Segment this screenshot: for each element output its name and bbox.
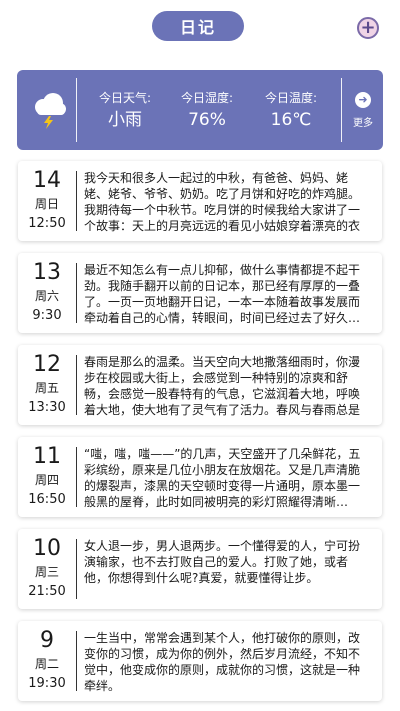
entry-time: 16:50 — [28, 492, 66, 507]
weather-temperature-value: 16℃ — [270, 110, 312, 130]
entry-divider — [76, 447, 77, 507]
entry-text: 最近不知怎么有一点儿抑郁，做什么事情都提不起干劲。我随手翻开以前的日记本，那已经… — [84, 263, 361, 325]
add-entry-button[interactable]: + — [357, 17, 379, 39]
weather-humidity: 今日湿度: 76% — [167, 90, 247, 132]
entry-text: “嗤，嗤，嗤——”的几声，天空盛开了几朵鲜花，五彩缤纷，原来是几位小朋友在放烟花… — [84, 447, 361, 509]
entry-text: 一生当中，常常会遇到某个人，他打破你的原则，改变你的习惯，成为你的例外，然后岁月… — [84, 631, 361, 693]
entry-time: 12:50 — [28, 216, 66, 231]
entry-day: 13 — [33, 260, 61, 285]
entry-date: 13 周六 9:30 — [24, 259, 70, 326]
weather-humidity-value: 76% — [188, 110, 226, 130]
entry-date: 12 周五 13:30 — [24, 351, 70, 418]
diary-entry[interactable]: 9 周二 19:30 一生当中，常常会遇到某个人，他打破你的原则，改变你的习惯，… — [18, 621, 382, 701]
plus-icon: + — [360, 17, 376, 38]
entry-day: 9 — [40, 628, 54, 653]
entry-divider — [76, 263, 77, 323]
entry-date: 11 周四 16:50 — [24, 443, 70, 510]
entry-weekday: 周六 — [34, 289, 59, 303]
entry-divider — [76, 355, 77, 415]
arrow-right-icon: ➜ — [355, 92, 371, 108]
weather-temperature-label: 今日温度: — [264, 91, 318, 105]
diary-entry[interactable]: 11 周四 16:50 “嗤，嗤，嗤——”的几声，天空盛开了几朵鲜花，五彩缤纷，… — [18, 437, 382, 517]
entry-day: 11 — [33, 444, 61, 469]
entry-time: 9:30 — [32, 308, 62, 323]
entry-weekday: 周五 — [34, 381, 59, 395]
entry-time: 19:30 — [28, 676, 66, 691]
diary-entry[interactable]: 14 周日 12:50 我今天和很多人一起过的中秋，有爸爸、妈妈、姥姥、姥爷、爷… — [18, 161, 382, 241]
weather-divider — [76, 78, 77, 142]
weather-condition-label: 今日天气: — [98, 91, 152, 105]
entry-text: 春雨是那么的温柔。当天空向大地撒落细雨时，你漫步在校园或大街上，会感觉到一种特别… — [84, 355, 361, 417]
entry-date: 10 周三 21:50 — [24, 535, 70, 602]
weather-humidity-label: 今日湿度: — [180, 91, 234, 105]
entry-date: 9 周二 19:30 — [24, 627, 70, 694]
entry-weekday: 周二 — [34, 657, 59, 671]
entry-text: 女人退一步，男人退两步。一个懂得爱的人，宁可扮演输家，也不去打败自己的爱人。打败… — [84, 539, 361, 585]
entry-day: 10 — [33, 536, 61, 561]
weather-divider — [341, 78, 342, 142]
rain-thunder-cloud-icon — [35, 93, 66, 129]
entry-day: 12 — [33, 352, 61, 377]
diary-entry[interactable]: 12 周五 13:30 春雨是那么的温柔。当天空向大地撒落细雨时，你漫步在校园或… — [18, 345, 382, 425]
entry-weekday: 周日 — [34, 197, 59, 211]
header-bar: 日记 + — [0, 0, 400, 56]
weather-condition: 今日天气: 小雨 — [85, 90, 165, 132]
entry-text: 我今天和很多人一起过的中秋，有爸爸、妈妈、姥姥、姥爷、爷爷、奶奶。吃了月饼和好吃… — [84, 171, 361, 233]
entry-divider — [76, 171, 77, 231]
entry-weekday: 周四 — [34, 473, 59, 487]
weather-panel: 今日天气: 小雨 今日湿度: 76% 今日温度: 16℃ ➜ 更多 — [17, 70, 383, 150]
weather-temperature: 今日温度: 16℃ — [251, 90, 331, 132]
entry-time: 21:50 — [28, 584, 66, 599]
entry-divider — [76, 631, 77, 691]
entry-date: 14 周日 12:50 — [24, 167, 70, 234]
more-weather-button[interactable]: ➜ 更多 — [350, 92, 376, 129]
entry-weekday: 周三 — [34, 565, 59, 579]
more-label: 更多 — [353, 118, 373, 129]
diary-entry[interactable]: 10 周三 21:50 女人退一步，男人退两步。一个懂得爱的人，宁可扮演输家，也… — [18, 529, 382, 609]
page-title: 日记 — [152, 11, 244, 41]
weather-condition-value: 小雨 — [108, 110, 142, 130]
entry-day: 14 — [33, 168, 61, 193]
diary-entry[interactable]: 13 周六 9:30 最近不知怎么有一点儿抑郁，做什么事情都提不起干劲。我随手翻… — [18, 253, 382, 333]
entry-divider — [76, 539, 77, 599]
entry-time: 13:30 — [28, 400, 66, 415]
